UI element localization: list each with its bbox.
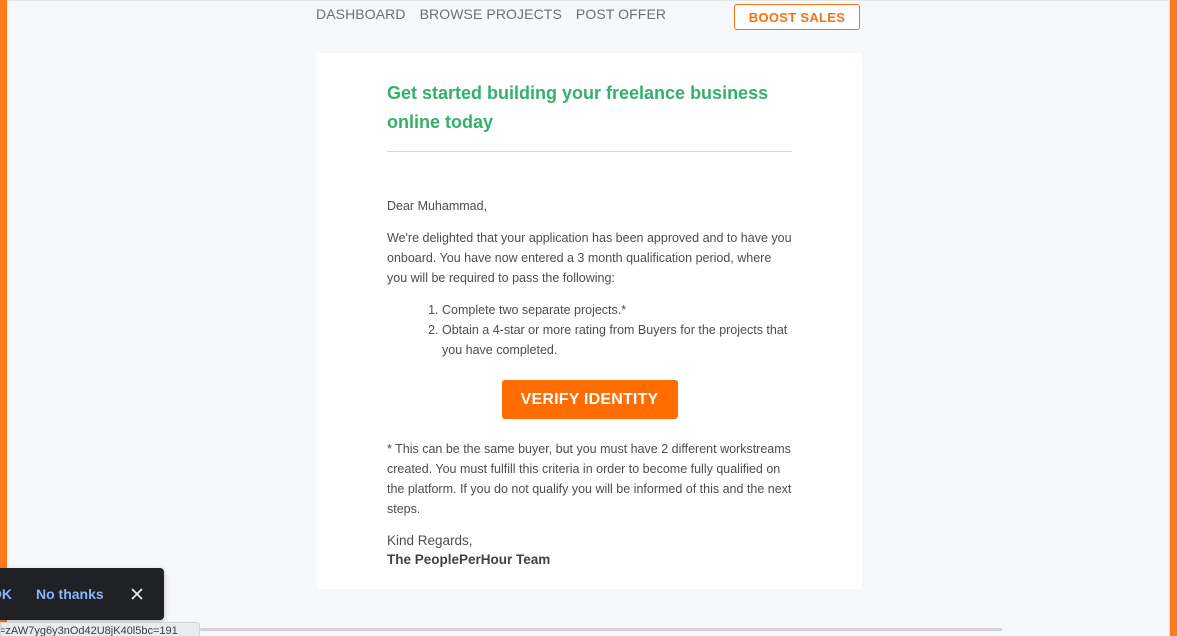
requirements-list: Complete two separate projects.* Obtain … xyxy=(387,300,792,360)
email-card: Get started building your freelance busi… xyxy=(317,53,862,589)
verify-identity-button[interactable]: VERIFY IDENTITY xyxy=(501,380,678,419)
cookie-toast: OK No thanks xyxy=(0,568,164,620)
email-headline: Get started building your freelance busi… xyxy=(387,79,792,152)
top-nav: DASHBOARD BROWSE PROJECTS POST OFFER xyxy=(316,6,666,22)
status-bar-url: =zAW7yg6y3nOd42U8jK40l5bc=191 xyxy=(0,622,200,636)
requirement-item: Complete two separate projects.* xyxy=(442,300,792,320)
greeting-text: Dear Muhammad, xyxy=(387,199,488,213)
signature-text: The PeoplePerHour Team xyxy=(387,552,551,567)
status-url-text: =zAW7yg6y3nOd42U8jK40l5bc=191 xyxy=(0,625,178,636)
toast-ok-label: OK xyxy=(0,586,12,602)
cta-container: VERIFY IDENTITY xyxy=(387,380,792,419)
nav-browse-projects[interactable]: BROWSE PROJECTS xyxy=(420,6,562,22)
requirement-item: Obtain a 4-star or more rating from Buye… xyxy=(442,320,792,360)
email-viewport: DASHBOARD BROWSE PROJECTS POST OFFER BOO… xyxy=(0,0,1177,636)
nav-post-offer[interactable]: POST OFFER xyxy=(576,6,666,22)
left-edge-bar xyxy=(0,0,7,636)
boost-sales-button[interactable]: BOOST SALES xyxy=(734,4,860,30)
close-icon[interactable] xyxy=(129,586,145,602)
email-body: Get started building your freelance busi… xyxy=(387,79,792,569)
toast-ok-button[interactable]: OK xyxy=(0,585,12,603)
nav-dashboard[interactable]: DASHBOARD xyxy=(316,6,406,22)
horizontal-scrollbar[interactable] xyxy=(200,628,1002,631)
top-divider xyxy=(7,0,1170,1)
toast-no-thanks-button[interactable]: No thanks xyxy=(36,585,104,603)
footnote-text: * This can be the same buyer, but you mu… xyxy=(387,442,792,516)
signoff-text: Kind Regards, xyxy=(387,533,473,548)
right-edge-bar xyxy=(1170,0,1177,636)
intro-paragraph: We're delighted that your application ha… xyxy=(387,231,792,285)
